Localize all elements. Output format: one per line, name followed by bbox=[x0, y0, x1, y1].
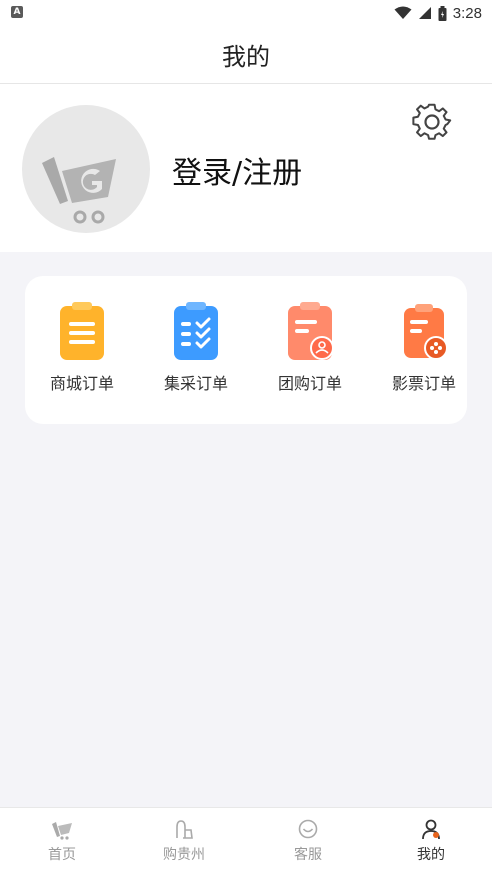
avatar[interactable] bbox=[22, 105, 150, 233]
tab-customer-service[interactable]: 客服 bbox=[258, 818, 358, 870]
tab-label-shop-guizhou: 购贵州 bbox=[163, 847, 205, 863]
order-label-mall: 商城订单 bbox=[49, 374, 114, 393]
order-label-movie-ticket: 影票订单 bbox=[391, 374, 456, 393]
tab-mine[interactable]: 我的 bbox=[381, 818, 481, 870]
customer-service-icon bbox=[298, 819, 318, 839]
order-item-group-purchase[interactable]: 集采订单 bbox=[151, 300, 241, 400]
user-icon bbox=[422, 819, 440, 840]
login-register-link[interactable]: 登录/注册 bbox=[172, 148, 302, 192]
app-notification-icon: A bbox=[11, 6, 23, 18]
order-item-team-buy[interactable]: 团购订单 bbox=[265, 300, 355, 400]
profile-section: 登录/注册 bbox=[0, 84, 492, 252]
page-header: 我的 bbox=[0, 26, 492, 84]
mall-order-icon bbox=[60, 302, 104, 360]
wifi-icon bbox=[394, 6, 412, 19]
group-purchase-order-icon bbox=[174, 302, 218, 360]
tab-home[interactable]: 首页 bbox=[12, 818, 112, 870]
order-label-team-buy: 团购订单 bbox=[277, 374, 342, 393]
status-time: 3:28 bbox=[452, 4, 482, 22]
page-title: 我的 bbox=[222, 43, 270, 71]
tab-label-mine: 我的 bbox=[417, 847, 445, 863]
team-buy-order-icon bbox=[288, 302, 334, 360]
screen: A 3:28 我的 登录/注册 商城订单 集采订单 团购订单 影票订单 首页 购… bbox=[0, 0, 492, 872]
tab-shop-guizhou[interactable]: 购贵州 bbox=[134, 818, 234, 870]
order-item-mall[interactable]: 商城订单 bbox=[37, 300, 127, 400]
tab-label-customer-service: 客服 bbox=[294, 847, 322, 863]
settings-gear-icon[interactable] bbox=[412, 102, 452, 142]
order-item-movie-ticket[interactable]: 影票订单 bbox=[379, 300, 469, 400]
battery-icon bbox=[438, 5, 447, 21]
bottom-tab-bar: 首页 购贵州 客服 我的 bbox=[0, 807, 492, 872]
signal-icon bbox=[418, 7, 431, 19]
home-logo-icon bbox=[52, 822, 72, 840]
default-avatar-logo-icon bbox=[42, 157, 116, 224]
tab-label-home: 首页 bbox=[48, 847, 76, 863]
status-bar: A 3:28 bbox=[0, 0, 492, 26]
orders-card: 商城订单 集采订单 团购订单 影票订单 bbox=[25, 276, 467, 424]
order-label-group-purchase: 集采订单 bbox=[163, 374, 228, 393]
movie-ticket-order-icon bbox=[404, 304, 448, 360]
shopping-bag-icon bbox=[176, 820, 193, 839]
status-icons: 3:28 bbox=[394, 3, 482, 23]
